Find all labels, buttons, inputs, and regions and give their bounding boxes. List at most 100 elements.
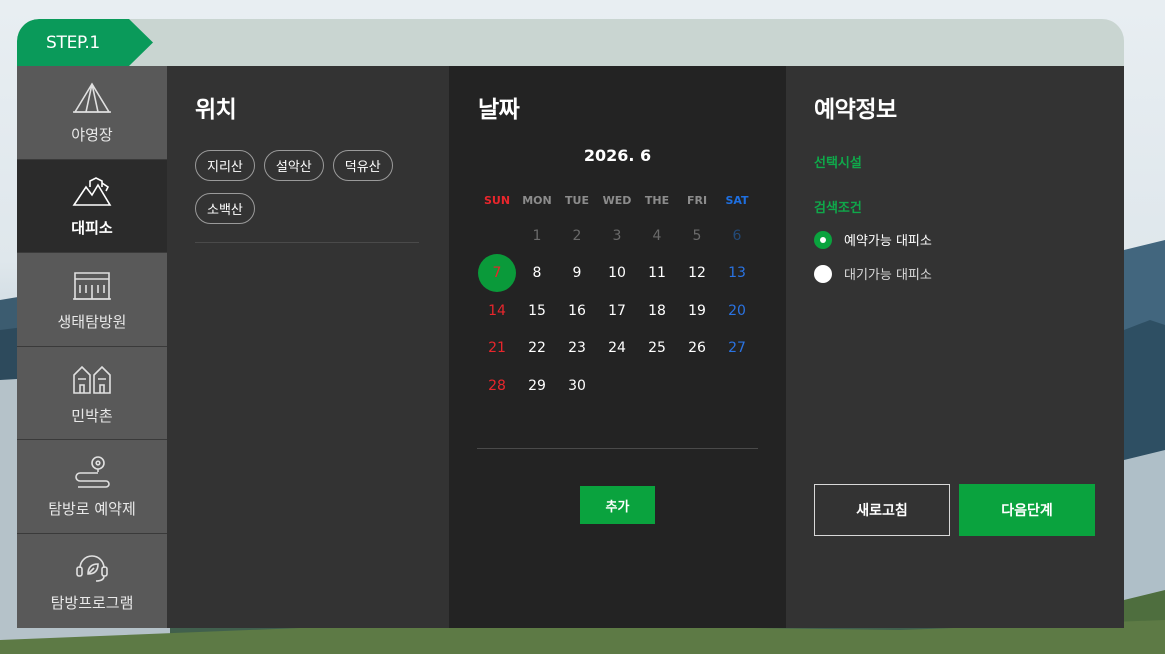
day-number: 18 — [648, 302, 666, 319]
calendar-day[interactable]: 15 — [517, 303, 557, 319]
calendar-day: 1 — [517, 228, 557, 244]
next-step-button[interactable]: 다음단계 — [959, 484, 1095, 536]
sidebar-item-minbak-village[interactable]: 민박촌 — [17, 346, 167, 441]
sidebar-item-campground[interactable]: 야영장 — [17, 66, 167, 160]
step-bar: STEP.1 — [17, 19, 1124, 66]
calendar-day[interactable]: 24 — [597, 340, 637, 356]
sidebar-item-label: 대피소 — [71, 219, 113, 238]
day-number: 21 — [488, 340, 506, 357]
day-number: 12 — [688, 265, 706, 282]
option-label: 대기가능 대피소 — [844, 268, 932, 283]
day-number: 27 — [728, 340, 746, 357]
calendar-day[interactable]: 17 — [597, 303, 637, 319]
calendar-day: 2 — [557, 228, 597, 244]
calendar-day[interactable]: 8 — [517, 265, 557, 281]
day-number: 3 — [612, 227, 622, 244]
calendar-day: 4 — [637, 228, 677, 244]
refresh-button[interactable]: 새로고침 — [814, 484, 950, 536]
day-number: 7 — [492, 265, 502, 282]
weekday-label: TUE — [565, 193, 589, 207]
weekday-label: MON — [522, 193, 552, 207]
calendar-day[interactable]: 19 — [677, 303, 717, 319]
option-waitlist-shelter[interactable]: 대기가능 대피소 — [814, 264, 932, 283]
calendar-day[interactable]: 28 — [477, 378, 517, 394]
calendar-day[interactable]: 21 — [477, 340, 517, 356]
weekday-label: THE — [644, 193, 670, 207]
calendar-day[interactable]: 16 — [557, 303, 597, 319]
calendar-day[interactable]: 29 — [517, 378, 557, 394]
sidebar-item-eco-center[interactable]: 생태탐방원 — [17, 253, 167, 347]
sidebar-item-shelter[interactable]: 대피소 — [17, 159, 167, 254]
headset-leaf-icon — [76, 555, 108, 583]
location-column: 위치 지리산 설악산 덕유산 소백산 — [167, 66, 449, 628]
add-button[interactable]: 추가 — [580, 486, 655, 524]
day-number: 8 — [532, 265, 542, 282]
day-number: 10 — [608, 265, 626, 282]
radio-unselected-icon — [814, 264, 832, 283]
calendar-day[interactable]: 10 — [597, 265, 637, 281]
calendar-day[interactable]: 11 — [637, 265, 677, 281]
option-label: 예약가능 대피소 — [844, 234, 932, 249]
day-number: 20 — [728, 302, 746, 319]
date-title: 날짜 — [478, 97, 520, 123]
reservation-info-column: 예약정보 선택시설 검색조건 예약가능 대피소 대기가능 대피소 새로고침 다음… — [786, 66, 1124, 628]
search-condition-label: 검색조건 — [814, 201, 862, 216]
divider — [195, 242, 419, 243]
facility-sidebar: 야영장 대피소 생태탐방원 민박촌 탐방로 예약제 탐방프로그램 — [17, 66, 167, 628]
weekday-header: SUN MON TUE WED THE FRI SAT — [477, 190, 757, 210]
houses-icon — [73, 365, 111, 394]
location-chip[interactable]: 지리산 — [195, 150, 255, 181]
calendar-day[interactable]: 26 — [677, 340, 717, 356]
calendar-day[interactable]: 27 — [717, 340, 757, 356]
day-number: 17 — [608, 302, 626, 319]
divider — [477, 448, 758, 449]
shelter-icon — [72, 177, 112, 207]
calendar-day[interactable]: 12 — [677, 265, 717, 281]
calendar-grid: SUN MON TUE WED THE FRI SAT 1 2 3 4 5 6 7 8 9 10 11 12 13 14… — [477, 190, 757, 405]
day-number: 22 — [528, 340, 546, 357]
reservation-info-title: 예약정보 — [814, 97, 897, 123]
weekday-label: SUN — [483, 193, 511, 207]
weekday-label: WED — [602, 193, 632, 207]
day-number: 25 — [648, 340, 666, 357]
calendar-day[interactable]: 20 — [717, 303, 757, 319]
option-available-shelter[interactable]: 예약가능 대피소 — [814, 230, 932, 249]
calendar-day[interactable]: 25 — [637, 340, 677, 356]
day-number: 11 — [648, 265, 666, 282]
step-label: STEP.1 — [17, 19, 153, 66]
calendar-week: 7 8 9 10 11 12 13 — [477, 255, 757, 293]
calendar-day[interactable]: 23 — [557, 340, 597, 356]
day-number: 30 — [568, 377, 586, 394]
day-number: 19 — [688, 302, 706, 319]
calendar-day[interactable]: 30 — [557, 378, 597, 394]
calendar-week: 28 29 30 — [477, 367, 757, 405]
building-icon — [73, 272, 111, 300]
sidebar-item-label: 탐방로 예약제 — [48, 500, 136, 519]
location-chip[interactable]: 소백산 — [195, 193, 255, 224]
day-number: 26 — [688, 340, 706, 357]
tent-icon — [73, 82, 111, 113]
calendar-day[interactable]: 22 — [517, 340, 557, 356]
sidebar-item-label: 야영장 — [71, 125, 113, 144]
location-chip[interactable]: 덕유산 — [332, 150, 393, 181]
selected-facility-label: 선택시설 — [814, 156, 862, 171]
location-title: 위치 — [195, 97, 237, 123]
date-column: 날짜 2026. 6 SUN MON TUE WED THE FRI SAT 1 2 3 4 5 6 7 8… — [449, 66, 786, 628]
day-number: 13 — [728, 265, 746, 282]
calendar-day: 6 — [717, 228, 757, 244]
reservation-panel: STEP.1 야영장 대피소 생태탐방원 민박촌 탐방로 예약제 탐방프로그램 … — [17, 19, 1124, 628]
day-number: 28 — [488, 377, 506, 394]
location-chip[interactable]: 설악산 — [263, 150, 324, 181]
calendar-day[interactable]: 18 — [637, 303, 677, 319]
sidebar-item-trail-program[interactable]: 탐방프로그램 — [17, 533, 167, 628]
calendar-month: 2026. 6 — [583, 146, 652, 165]
calendar-day[interactable]: 7 — [477, 265, 517, 281]
calendar-day: 5 — [677, 228, 717, 244]
calendar-day[interactable]: 14 — [477, 303, 517, 319]
calendar-day[interactable]: 13 — [717, 265, 757, 281]
calendar-day[interactable]: 9 — [557, 265, 597, 281]
sidebar-item-trail-reservation[interactable]: 탐방로 예약제 — [17, 440, 167, 534]
day-number: 2 — [572, 227, 582, 244]
calendar-week: 1 2 3 4 5 6 — [477, 217, 757, 255]
day-number: 15 — [528, 302, 546, 319]
